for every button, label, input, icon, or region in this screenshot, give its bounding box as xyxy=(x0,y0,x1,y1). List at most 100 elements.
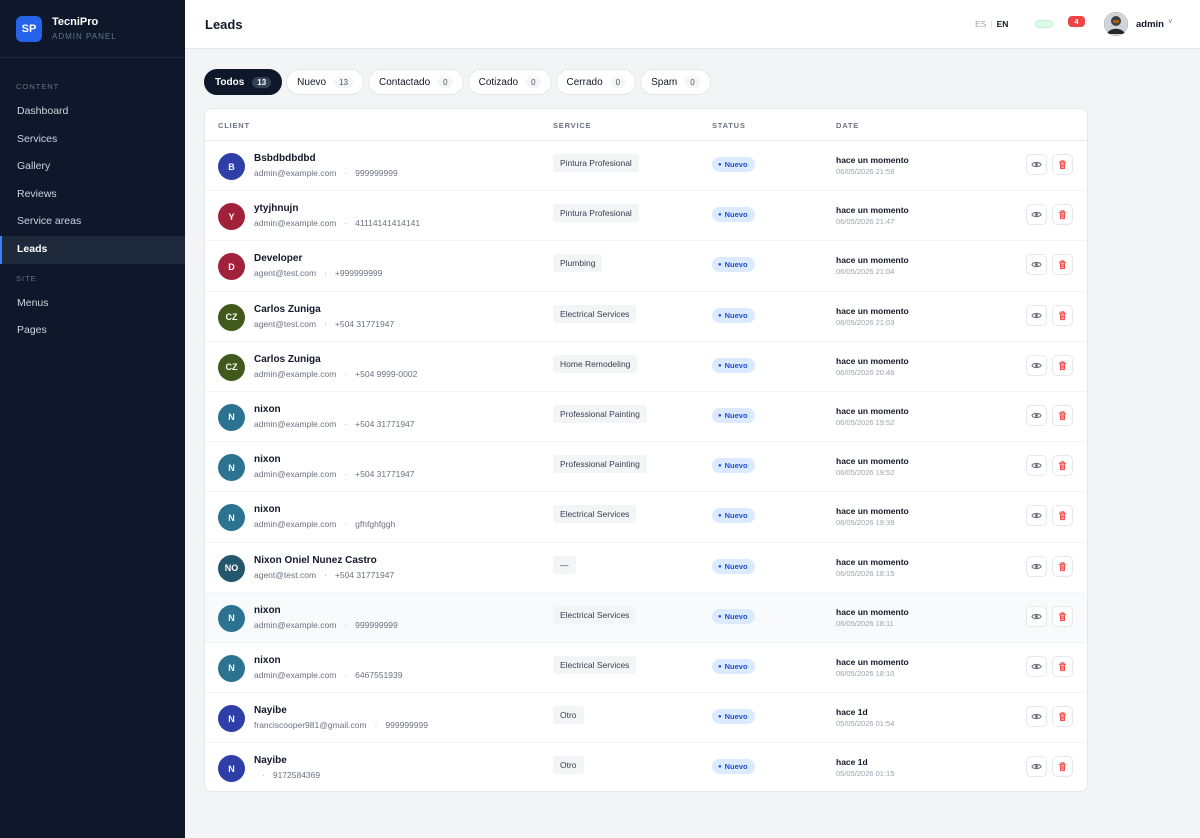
view-button[interactable] xyxy=(1026,756,1047,778)
site-status-toggle[interactable] xyxy=(1035,20,1053,28)
client-name: Nixon Oniel Nunez Castro xyxy=(254,554,377,566)
client-phone: +504 31771947 xyxy=(334,318,395,329)
client-email: agent@test.com xyxy=(254,268,317,279)
delete-button[interactable] xyxy=(1052,404,1073,426)
client-phone: +504 31771947 xyxy=(355,469,415,480)
separator-dot: · xyxy=(374,720,378,731)
lang-es[interactable]: ES xyxy=(975,19,986,29)
table-row[interactable]: B Bsbdbdbdbd admin@example.com · 999999999 Pi… xyxy=(205,141,1087,192)
view-button[interactable] xyxy=(1026,204,1047,226)
delete-button[interactable] xyxy=(1052,455,1073,477)
sidebar-item-reviews[interactable]: Reviews xyxy=(0,181,185,209)
column-header-status: STATUS xyxy=(712,121,746,130)
client-name: nixon xyxy=(254,604,281,616)
client-contact: admin@example.com · +504 9999-0002 xyxy=(254,369,417,379)
date-absolute: 06/05/2026 18:10 xyxy=(836,668,895,678)
client-contact: agent@test.com · +504 31771947 xyxy=(254,570,394,580)
client-contact: · 9172584369 xyxy=(254,770,320,780)
trash-icon xyxy=(1057,259,1068,270)
view-button[interactable] xyxy=(1026,655,1047,677)
sidebar-item-dashboard[interactable]: Dashboard xyxy=(0,98,185,126)
lang-separator: | xyxy=(990,19,993,29)
client-phone: 999999999 xyxy=(355,619,398,630)
view-button[interactable] xyxy=(1026,404,1047,426)
delete-button[interactable] xyxy=(1052,555,1073,577)
sidebar-item-service-areas[interactable]: Service areas xyxy=(0,208,185,236)
view-button[interactable] xyxy=(1026,706,1047,728)
delete-button[interactable] xyxy=(1052,655,1073,677)
view-button[interactable] xyxy=(1026,555,1047,577)
table-body: B Bsbdbdbdbd admin@example.com · 999999999 Pi… xyxy=(205,141,1087,791)
table-row[interactable]: CZ Carlos Zuniga admin@example.com · +504 99… xyxy=(205,342,1087,392)
view-button[interactable] xyxy=(1026,254,1047,276)
table-row[interactable]: Nnixon admin@example.com · +504 31771947 Pro… xyxy=(205,392,1087,443)
separator-dot: · xyxy=(344,669,348,680)
sidebar-item-services[interactable]: Services xyxy=(0,126,185,154)
tab-count: 0 xyxy=(685,76,700,88)
separator-dot: · xyxy=(324,569,327,580)
brand[interactable]: SP TecniPro ADMIN PANEL xyxy=(0,0,185,58)
view-button[interactable] xyxy=(1026,154,1047,175)
client-email: agent@test.com xyxy=(254,318,317,329)
sidebar-item-leads[interactable]: Leads xyxy=(0,235,185,264)
tab-cerrado[interactable]: Cerrado 0 xyxy=(555,69,637,95)
delete-button[interactable] xyxy=(1052,204,1073,226)
table-row[interactable]: N Nayibe · 9172584369 Otro Nuevo hace 1d05/05/… xyxy=(205,743,1087,791)
sidebar-item-gallery[interactable]: Gallery xyxy=(0,153,185,181)
client-name: Nayibe xyxy=(254,755,287,767)
date-absolute: 06/05/2026 21:58 xyxy=(836,167,895,176)
table-row[interactable]: Nnixon admin@example.com · 999999999 Electri… xyxy=(205,592,1087,643)
tab-spam[interactable]: Spam 0 xyxy=(640,69,711,95)
client-phone: 41114141414141 xyxy=(355,218,421,229)
table-row[interactable]: N Nayibe franciscooper981@gmail.com · 999999… xyxy=(205,693,1087,744)
service-tag: Electrical Services xyxy=(553,655,637,674)
view-button[interactable] xyxy=(1026,354,1047,376)
delete-button[interactable] xyxy=(1052,154,1073,175)
client-contact: admin@example.com · 999999999 xyxy=(254,168,398,178)
eye-icon xyxy=(1031,460,1042,471)
tab-count: 0 xyxy=(438,76,453,88)
sidebar-item-menus[interactable]: Menus xyxy=(0,290,185,318)
date-absolute: 06/05/2026 19:52 xyxy=(836,468,895,478)
tab-todos[interactable]: Todos 13 xyxy=(204,69,283,95)
table-row[interactable]: CZ Carlos Zuniga agent@test.com · +504 31771… xyxy=(205,292,1087,342)
client-phone: gfhfghfggh xyxy=(355,519,396,530)
table-row[interactable]: NO Nixon Oniel Nunez Castro agent@test.com… xyxy=(205,543,1087,593)
brand-name: TecniPro xyxy=(52,16,99,28)
eye-icon xyxy=(1031,711,1042,722)
user-name[interactable]: admin xyxy=(1136,19,1164,30)
view-button[interactable] xyxy=(1026,605,1047,627)
delete-button[interactable] xyxy=(1052,706,1073,728)
tab-contactado[interactable]: Contactado 0 xyxy=(367,69,464,95)
delete-button[interactable] xyxy=(1052,756,1073,778)
tab-label: Contactado xyxy=(378,76,431,88)
service-tag: Home Remodeling xyxy=(553,354,638,373)
client-avatar: N xyxy=(218,504,245,532)
delete-button[interactable] xyxy=(1052,605,1073,627)
table-row[interactable]: Nnixon admin@example.com · 6467551939 Electr… xyxy=(205,643,1087,694)
table-row[interactable]: D Developer agent@test.com · +999999999 Plumb… xyxy=(205,241,1087,292)
user-avatar[interactable] xyxy=(1104,12,1128,36)
eye-icon xyxy=(1031,259,1042,270)
delete-button[interactable] xyxy=(1052,304,1073,326)
delete-button[interactable] xyxy=(1052,505,1073,527)
lang-en[interactable]: EN xyxy=(997,19,1009,29)
sidebar-item-pages[interactable]: Pages xyxy=(0,317,185,345)
tab-cotizado[interactable]: Cotizado 0 xyxy=(467,69,552,95)
view-button[interactable] xyxy=(1026,455,1047,477)
tab-nuevo[interactable]: Nuevo 13 xyxy=(286,69,364,95)
chevron-down-icon[interactable]: ˅ xyxy=(1168,17,1173,26)
table-row[interactable]: Nnixon admin@example.com · +504 31771947 Pro… xyxy=(205,442,1087,493)
table-row[interactable]: Yytyjhnujn admin@example.com · 411141414141… xyxy=(205,191,1087,242)
delete-button[interactable] xyxy=(1052,354,1073,376)
leads-table: CLIENT SERVICE STATUS DATE B Bsbdbdbdbd ad… xyxy=(204,108,1088,792)
view-button[interactable] xyxy=(1026,304,1047,326)
table-header: CLIENT SERVICE STATUS DATE xyxy=(205,109,1087,141)
delete-button[interactable] xyxy=(1052,254,1073,276)
view-button[interactable] xyxy=(1026,505,1047,527)
client-name: nixon xyxy=(254,403,281,415)
table-row[interactable]: Nnixon admin@example.com · gfhfghfggh Electr… xyxy=(205,492,1087,543)
tab-label: Todos xyxy=(215,76,245,88)
date-absolute: 06/05/2026 20:46 xyxy=(836,367,895,377)
client-email: franciscooper981@gmail.com xyxy=(254,720,367,731)
